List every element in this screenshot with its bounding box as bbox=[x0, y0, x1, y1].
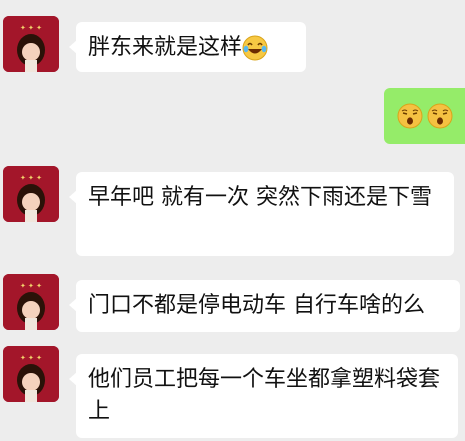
message-text: 胖东来就是这样 bbox=[88, 35, 243, 60]
message-row: ✦ ✦ ✦ 早年吧 就有一次 突然下雨还是下雪 bbox=[0, 164, 465, 256]
svg-text:✦ ✦ ✦: ✦ ✦ ✦ bbox=[20, 174, 42, 182]
message-text: 门口不都是停电动车 自行车啥的么 bbox=[88, 293, 425, 318]
avatar[interactable]: ✦ ✦ ✦ bbox=[3, 346, 59, 402]
message-text: 早年吧 就有一次 突然下雨还是下雪 bbox=[88, 185, 432, 210]
laughing-tears-emoji-icon bbox=[242, 35, 268, 61]
avatar[interactable]: ✦ ✦ ✦ bbox=[3, 274, 59, 330]
message-bubble[interactable]: 早年吧 就有一次 突然下雨还是下雪 bbox=[69, 172, 454, 256]
message-row: ✦ ✦ ✦ 他们员工把每一个车坐都拿塑料袋套上 bbox=[0, 342, 465, 441]
message-row: ✦ ✦ ✦ 胖东来就是这样 bbox=[0, 14, 465, 76]
svg-text:✦ ✦ ✦: ✦ ✦ ✦ bbox=[20, 282, 42, 290]
chat-thread: ✦ ✦ ✦ 胖东来就是这样 ✦ ✦ ✦ 早年吧 就有一次 突然下雨还是下雪 ✦ … bbox=[0, 0, 465, 441]
svg-text:✦ ✦ ✦: ✦ ✦ ✦ bbox=[20, 354, 42, 362]
avatar[interactable]: ✦ ✦ ✦ bbox=[3, 16, 59, 72]
sleepy-face-emoji-icon bbox=[427, 103, 453, 129]
sleepy-face-emoji-icon bbox=[397, 103, 423, 129]
message-text: 他们员工把每一个车坐都拿塑料袋套上 bbox=[88, 367, 441, 424]
message-row: ✦ ✦ ✦ 门口不都是停电动车 自行车啥的么 bbox=[0, 272, 465, 334]
message-bubble[interactable]: 他们员工把每一个车坐都拿塑料袋套上 bbox=[69, 354, 458, 438]
avatar[interactable]: ✦ ✦ ✦ bbox=[3, 166, 59, 222]
message-bubble[interactable]: 门口不都是停电动车 自行车啥的么 bbox=[69, 280, 460, 332]
message-bubble[interactable]: 胖东来就是这样 bbox=[69, 22, 306, 72]
svg-text:✦ ✦ ✦: ✦ ✦ ✦ bbox=[20, 24, 42, 32]
outgoing-message-bubble[interactable] bbox=[384, 88, 465, 144]
